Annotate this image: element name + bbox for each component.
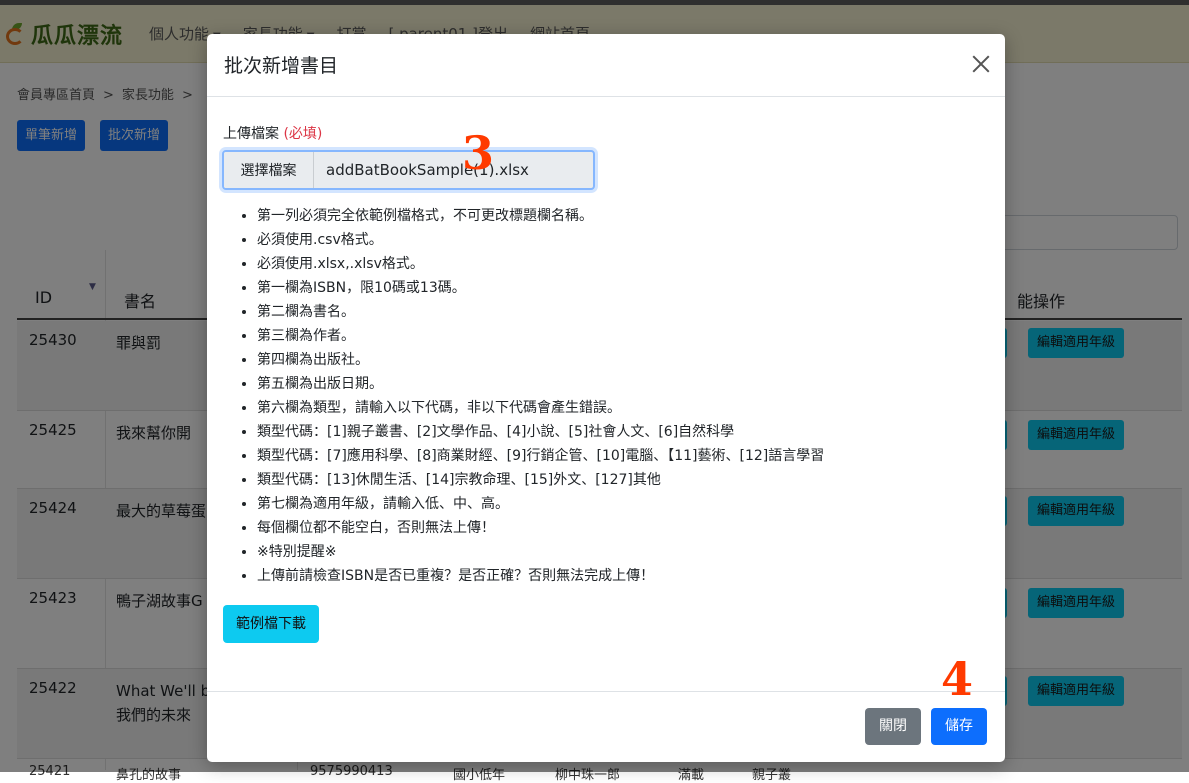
- batch-add-modal: 批次新增書目 上傳檔案 (必填) 選擇檔案 addBatBookSample(1…: [207, 34, 1005, 762]
- rule-item: 第一欄為ISBN，限10碼或13碼。: [257, 276, 824, 300]
- rule-item: 第六欄為類型，請輸入以下代碼，非以下代碼會產生錯誤。: [257, 396, 824, 420]
- rule-item: 每個欄位都不能空白，否則無法上傳！: [257, 516, 824, 540]
- modal-title: 批次新增書目: [224, 55, 339, 77]
- rule-item: 必須使用.xlsx,.xlsv格式。: [257, 252, 824, 276]
- modal-header: 批次新增書目: [207, 34, 1005, 97]
- close-icon[interactable]: [967, 50, 995, 78]
- rule-item: 類型代碼：[7]應用科學、[8]商業財經、[9]行銷企管、[10]電腦、【11]…: [257, 444, 824, 468]
- sample-download-button[interactable]: 範例檔下載: [223, 605, 319, 643]
- file-upload-input[interactable]: 選擇檔案 addBatBookSample(1).xlsx: [222, 150, 595, 190]
- choose-file-button[interactable]: 選擇檔案: [224, 152, 314, 188]
- upload-rules-list: 第一列必須完全依範例檔格式，不可更改標題欄名稱。 必須使用.csv格式。 必須使…: [235, 204, 824, 588]
- rule-item: 第一列必須完全依範例檔格式，不可更改標題欄名稱。: [257, 204, 824, 228]
- rule-item: 類型代碼：[13]休閒生活、[14]宗教命理、[15]外文、[127]其他: [257, 468, 824, 492]
- step-annotation-4: 4: [941, 652, 974, 706]
- rule-item: 上傳前請檢查ISBN是否已重複？是否正確？否則無法完成上傳！: [257, 564, 824, 588]
- rule-item: 第三欄為作者。: [257, 324, 824, 348]
- rule-item: 第七欄為適用年級，請輸入低、中、高。: [257, 492, 824, 516]
- save-button[interactable]: 儲存: [931, 708, 987, 745]
- rule-item: 第二欄為書名。: [257, 300, 824, 324]
- step-annotation-3: 3: [462, 126, 495, 180]
- rule-item: 第五欄為出版日期。: [257, 372, 824, 396]
- selected-file-name: addBatBookSample(1).xlsx: [326, 161, 529, 179]
- required-label: (必填): [283, 126, 323, 142]
- upload-label: 上傳檔案 (必填): [223, 126, 323, 142]
- rule-item: 類型代碼：[1]親子叢書、[2]文學作品、[4]小說、[5]社會人文、[6]自然…: [257, 420, 824, 444]
- rule-item: 必須使用.csv格式。: [257, 228, 824, 252]
- rule-item: 第四欄為出版社。: [257, 348, 824, 372]
- rule-item: ※特別提醒※: [257, 540, 824, 564]
- close-button[interactable]: 關閉: [865, 708, 921, 745]
